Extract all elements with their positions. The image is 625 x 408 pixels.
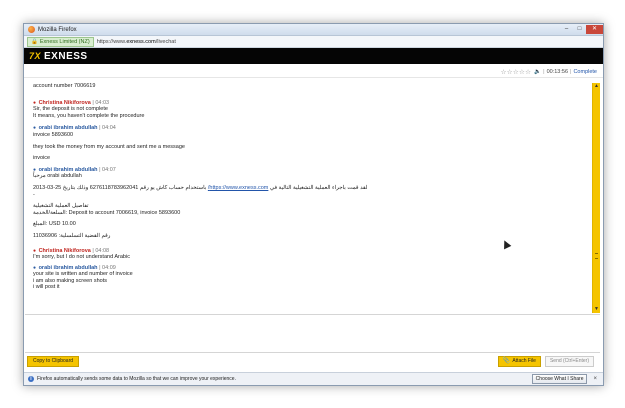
chat-line: It means, you haven't complete the proce… [33, 112, 145, 119]
browser-window: Mozilla Firefox – □ ✕ 🔒 Exness Limited (… [23, 23, 604, 386]
scroll-down-icon[interactable]: ▼ [593, 306, 600, 312]
url-host: exness.com [126, 38, 156, 45]
message-input[interactable] [25, 314, 600, 353]
message-header: ● Christina Nikiforova | 04:08 [33, 248, 600, 255]
notification-bar: i Firefox automatically sends some data … [24, 372, 603, 385]
message-time-sep: | [92, 247, 94, 254]
chat-line: I'm sorry, but I do not understand Arabi… [33, 254, 130, 261]
message-header: ● orabi ibrahim abdullah | 04:09 [33, 265, 600, 272]
sender-name: Christina Nikiforova [38, 247, 91, 254]
message-header: ● orabi ibrahim abdullah | 04:04 [33, 125, 600, 132]
chat-line: Sir, the deposit is not complete [33, 106, 108, 113]
attach-file-button[interactable]: 📎 Attach File [497, 355, 541, 367]
copy-to-clipboard-button[interactable]: Copy to Clipboard [27, 355, 80, 367]
sender-name: Christina Nikiforova [38, 99, 91, 106]
window-title: Mozilla Firefox [38, 26, 77, 33]
bullet-icon: ● [33, 99, 37, 106]
chat-line: they took the money from my account and … [33, 143, 185, 150]
chat-message: ● Christina Nikiforova | 04:08 I'm sorry… [33, 248, 600, 261]
chat-status-row: ☆☆☆☆☆ 🔈 | 00:13:56 | Complete [24, 67, 603, 78]
bullet-icon: ● [33, 125, 37, 132]
scroll-up-icon[interactable]: ▲ [593, 83, 600, 89]
chat-transcript: account number 7006619 ● Christina Nikif… [24, 83, 600, 313]
site-identity-label: Exness Limited (NZ) [39, 38, 90, 45]
sender-name: orabi ibrahim abdullah [38, 166, 98, 173]
message-time-sep: | [99, 264, 101, 271]
chat-message: ● orabi ibrahim abdullah | 04:07 مرحباً … [33, 167, 600, 240]
url-prefix: https://www. [96, 38, 127, 45]
info-icon: i [28, 376, 34, 382]
message-time: 04:07 [102, 166, 116, 173]
notification-text: Firefox automatically sends some data to… [37, 376, 236, 382]
site-identity-badge[interactable]: 🔒 Exness Limited (NZ) [27, 36, 94, 47]
maximize-icon[interactable]: □ [573, 25, 586, 34]
chat-line: - [33, 191, 35, 198]
message-time: 04:09 [102, 264, 116, 271]
send-button[interactable]: Send (Ctrl+Enter) [544, 355, 594, 367]
chat-line: مرحباً orabi abdullah [33, 173, 82, 180]
chat-line: i am also making screen shots [33, 277, 107, 284]
chat-message: ● orabi ibrahim abdullah | 04:09 your si… [33, 265, 600, 291]
status-separator: | [543, 69, 545, 75]
chat-timer: 00:13:56 [546, 69, 569, 75]
chat-toolbar: Copy to Clipboard 📎 Attach File Send (Ctr… [24, 354, 603, 368]
logo-text: EXNESS [44, 50, 88, 62]
message-header: ● Christina Nikiforova | 04:03 [33, 100, 600, 107]
window-controls: – □ ✕ [560, 25, 603, 34]
url-text[interactable]: https://www.exness.com/livechat [97, 39, 176, 45]
chat-line: لقد قمت باجراء العملية التشغيلية التالية… [33, 185, 413, 192]
chat-scrollbar[interactable]: ▲ ▼ [592, 83, 600, 313]
chat-line: your site is written and number of invoi… [33, 271, 133, 278]
chat-message: ● orabi ibrahim abdullah | 04:04 invoice… [33, 125, 600, 161]
chat-line: invoice 5893600 [33, 131, 74, 138]
message-time-sep: | [99, 125, 101, 132]
brand-header: 7X EXNESS [24, 48, 603, 64]
url-path: /livechat [155, 38, 176, 45]
message-time-sep: | [99, 166, 101, 173]
message-time: 04:04 [102, 125, 116, 132]
complete-link[interactable]: Complete [573, 69, 597, 75]
chat-line: invoice [33, 155, 51, 162]
chat-line: السلعة/الخدمة: Deposit to account 700661… [33, 209, 181, 216]
chat-line: تفاصيل العملية التشغيلية [33, 203, 89, 210]
close-notification-icon[interactable]: × [593, 376, 597, 382]
bullet-icon: ● [33, 247, 37, 254]
status-separator: | [570, 69, 572, 75]
speaker-icon[interactable]: 🔈 [534, 69, 541, 75]
message-time: 04:03 [95, 99, 110, 106]
message-time-sep: | [92, 99, 94, 106]
chat-line: المبلغ: USD 10.00 [33, 221, 76, 228]
chat-line: رقم القضية التسلسلية: 11036906 [33, 232, 111, 239]
chat-line: account number 7006619 [33, 83, 96, 89]
chat-message: ● Christina Nikiforova | 04:03 Sir, the … [33, 100, 600, 120]
choose-what-i-share-button[interactable]: Choose What I Share [531, 374, 588, 384]
title-bar: Mozilla Firefox – □ ✕ [24, 24, 603, 36]
exness-logo: 7X EXNESS [29, 51, 88, 62]
logo-mark: 7X [29, 51, 42, 61]
attach-file-label: Attach File [512, 357, 536, 364]
scroll-grip[interactable] [595, 253, 598, 259]
arabic-text: لقد قمت باجراء العملية التشغيلية التالية… [269, 184, 368, 191]
exness-link[interactable]: https://www.exness.com/ [208, 185, 269, 191]
bullet-icon: ● [33, 264, 37, 271]
rating-stars[interactable]: ☆☆☆☆☆ [501, 68, 532, 76]
arabic-text: باستخدام حساب كاش يو رقم 627611878396204… [33, 184, 207, 191]
firefox-icon [28, 26, 35, 33]
minimize-icon[interactable]: – [560, 25, 573, 34]
close-icon[interactable]: ✕ [586, 25, 603, 34]
sender-name: orabi ibrahim abdullah [38, 125, 98, 132]
lock-icon: 🔒 [31, 38, 38, 45]
address-bar[interactable]: 🔒 Exness Limited (NZ) https://www.exness… [24, 36, 603, 48]
message-header: ● orabi ibrahim abdullah | 04:07 [33, 167, 600, 174]
paperclip-icon: 📎 [502, 357, 511, 364]
bullet-icon: ● [33, 166, 37, 173]
sender-name: orabi ibrahim abdullah [38, 264, 98, 271]
chat-line: i will post it [33, 284, 60, 291]
message-time: 04:08 [95, 247, 110, 254]
